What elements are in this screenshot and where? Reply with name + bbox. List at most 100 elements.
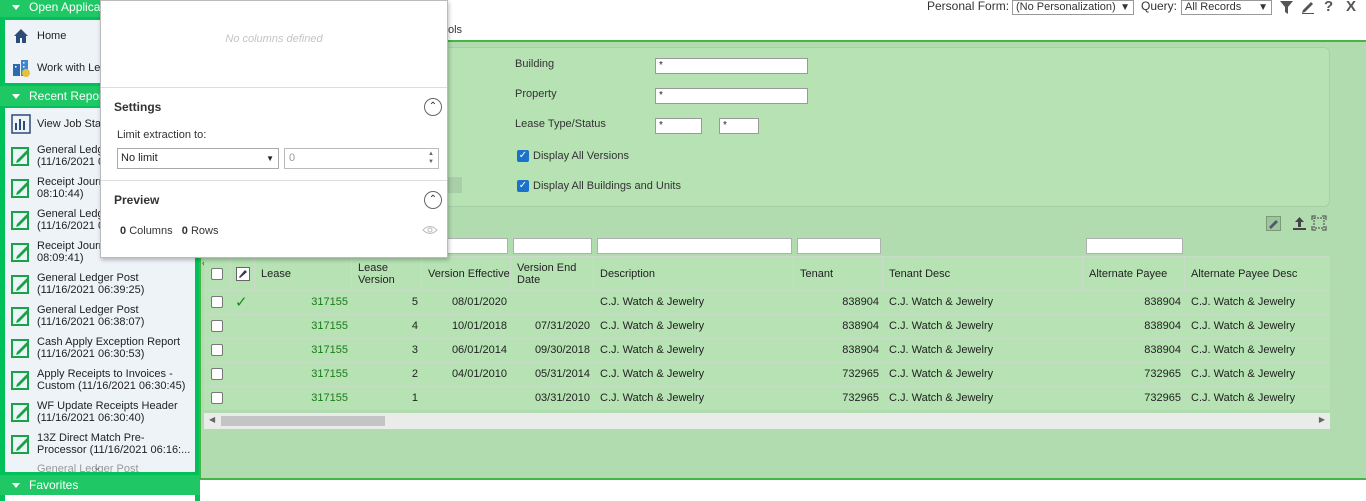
scroll-left-icon[interactable]: ◀ [209, 415, 215, 424]
column-header[interactable]: Version End Date [511, 257, 594, 291]
lease-cell[interactable]: 317155 [255, 339, 352, 363]
recent-report-item[interactable]: General Ledger Post (11/16/2021 06:38:07… [5, 300, 195, 332]
lease-status-input[interactable]: * [719, 118, 759, 134]
recent-report-item[interactable]: General Ledger Post (11/16/2021 06:39:25… [5, 268, 195, 300]
favorites-header[interactable]: Favorites [0, 475, 200, 495]
edit-icon [11, 179, 29, 198]
lease-type-input[interactable]: * [655, 118, 702, 134]
edit-icon [11, 147, 29, 166]
divider [101, 87, 447, 88]
display-all-buildings-label: Display All Buildings and Units [533, 180, 681, 192]
filter-cell[interactable] [597, 238, 792, 254]
collapse-up-icon[interactable]: ⌃ [424, 98, 442, 116]
building-input[interactable]: * [655, 58, 808, 74]
collapsed-control [446, 177, 462, 193]
edit-icon [11, 275, 29, 294]
row-checkbox[interactable] [211, 392, 223, 404]
filter-icon[interactable] [1280, 1, 1293, 14]
edit-column-header [231, 257, 255, 291]
export-icon[interactable] [1292, 216, 1307, 231]
edit-icon [11, 435, 29, 454]
column-header[interactable]: Description [594, 257, 794, 291]
close-icon[interactable]: X [1346, 0, 1356, 15]
recent-report-item[interactable]: Cash Apply Exception Report (11/16/2021 … [5, 332, 195, 364]
display-all-buildings-checkbox[interactable] [517, 180, 529, 192]
filter-cell[interactable] [797, 238, 881, 254]
scroll-right-icon[interactable]: ▶ [1319, 415, 1325, 424]
divider [101, 180, 447, 181]
expand-icon[interactable] [1311, 215, 1327, 231]
table-row[interactable]: ✓ 317155 5 08/01/2020 C.J. Watch & Jewelry 83… [204, 290, 1330, 314]
table-row[interactable]: 317155 3 06/01/2014 09/30/2018 C.J. Watch & … [204, 338, 1330, 362]
table-row[interactable]: 317155 2 04/01/2010 05/31/2014 C.J. Watch & … [204, 362, 1330, 386]
limit-select[interactable]: No limit ▼ [117, 148, 279, 169]
lease-cell[interactable]: 317155 [255, 387, 352, 411]
alt-payee-cell: 838904 [1144, 344, 1181, 356]
property-input[interactable]: * [655, 88, 808, 104]
eye-icon[interactable] [422, 224, 438, 236]
preview-counts: 0 Columns 0 Rows [120, 225, 219, 237]
lease-cell[interactable]: 317155 [255, 363, 352, 387]
description-cell: C.J. Watch & Jewelry [600, 392, 705, 404]
filter-cell[interactable] [513, 238, 592, 254]
limit-number-input[interactable]: 0 ▲ ▼ [284, 148, 439, 169]
end-date-cell: 03/31/2010 [534, 392, 590, 404]
edit-icon [11, 403, 29, 422]
column-header[interactable]: Alternate Payee Desc [1185, 257, 1330, 291]
alt-payee-desc-cell: C.J. Watch & Jewelry [1191, 392, 1296, 404]
lease-type-status-label: Lease Type/Status [515, 118, 606, 130]
column-header[interactable]: Tenant [794, 257, 883, 291]
recent-report-item[interactable]: WF Update Receipts Header (11/16/2021 06… [5, 396, 195, 428]
current-version-check-icon: ✓ [235, 294, 248, 311]
row-checkbox[interactable] [211, 320, 223, 332]
table-row[interactable]: 317155 4 10/01/2018 07/31/2020 C.J. Watch & … [204, 314, 1330, 338]
lease-cell[interactable]: 317155 [255, 291, 352, 315]
collapse-up-icon[interactable]: ⌃ [424, 191, 442, 209]
column-header[interactable]: Lease Version [352, 257, 422, 291]
table-row[interactable]: 317155 1 03/31/2010 C.J. Watch & Jewelry 732… [204, 386, 1330, 410]
recent-report-item[interactable]: Apply Receipts to Invoices - Custom (11/… [5, 364, 195, 396]
end-date-cell: 05/31/2014 [534, 368, 590, 380]
scroll-down-icon[interactable]: ⌄ [93, 462, 101, 472]
end-date-cell: 07/31/2020 [534, 320, 590, 332]
select-all-checkbox[interactable] [211, 268, 223, 280]
end-date-cell: 09/30/2018 [534, 344, 590, 356]
building-label: Building [515, 58, 555, 70]
description-cell: C.J. Watch & Jewelry [600, 320, 705, 332]
personal-form-select[interactable]: (No Personalization) ▼ [1012, 0, 1134, 15]
collapse-arrow-icon [12, 5, 20, 11]
tab-label-fragment[interactable]: ols [448, 24, 462, 36]
version-cell: 1 [411, 392, 418, 404]
help-icon[interactable]: ? [1324, 0, 1333, 15]
row-checkbox[interactable] [211, 344, 223, 356]
row-checkbox[interactable] [211, 368, 223, 380]
edit-icon [11, 243, 29, 262]
alt-payee-cell: 732965 [1144, 392, 1181, 404]
column-header[interactable]: Tenant Desc [883, 257, 1083, 291]
version-cell: 2 [411, 368, 418, 380]
recent-report-item[interactable]: 13Z Direct Match Pre-Processor (11/16/20… [5, 428, 195, 460]
alt-payee-cell: 838904 [1144, 320, 1181, 332]
tenant-cell: 732965 [842, 368, 879, 380]
query-select[interactable]: All Records ▼ [1181, 0, 1272, 15]
tenant-cell: 838904 [842, 344, 879, 356]
scrollbar-thumb[interactable] [221, 416, 385, 426]
horizontal-scrollbar[interactable]: ◀ ▶ [204, 413, 1330, 429]
effective-date-cell: 08/01/2020 [451, 296, 507, 308]
column-header[interactable]: Alternate Payee [1083, 257, 1185, 291]
edit-icon [11, 307, 29, 326]
effective-date-cell [422, 387, 511, 411]
column-header[interactable]: Version Effective [422, 257, 511, 291]
pencil-icon[interactable] [1301, 0, 1315, 14]
edit-grid-icon[interactable] [1266, 216, 1281, 231]
select-all-column [204, 257, 231, 291]
lease-cell[interactable]: 317155 [255, 315, 352, 339]
edit-grid-icon[interactable] [236, 267, 250, 281]
display-all-versions-checkbox[interactable] [517, 150, 529, 162]
edit-icon [11, 371, 29, 390]
row-checkbox[interactable] [211, 296, 223, 308]
filter-cell[interactable] [1086, 238, 1183, 254]
recent-report-more[interactable]: General Ledger Post [37, 463, 139, 472]
spinner-icon[interactable]: ▲ ▼ [428, 150, 434, 166]
column-header[interactable]: Lease [255, 257, 352, 291]
